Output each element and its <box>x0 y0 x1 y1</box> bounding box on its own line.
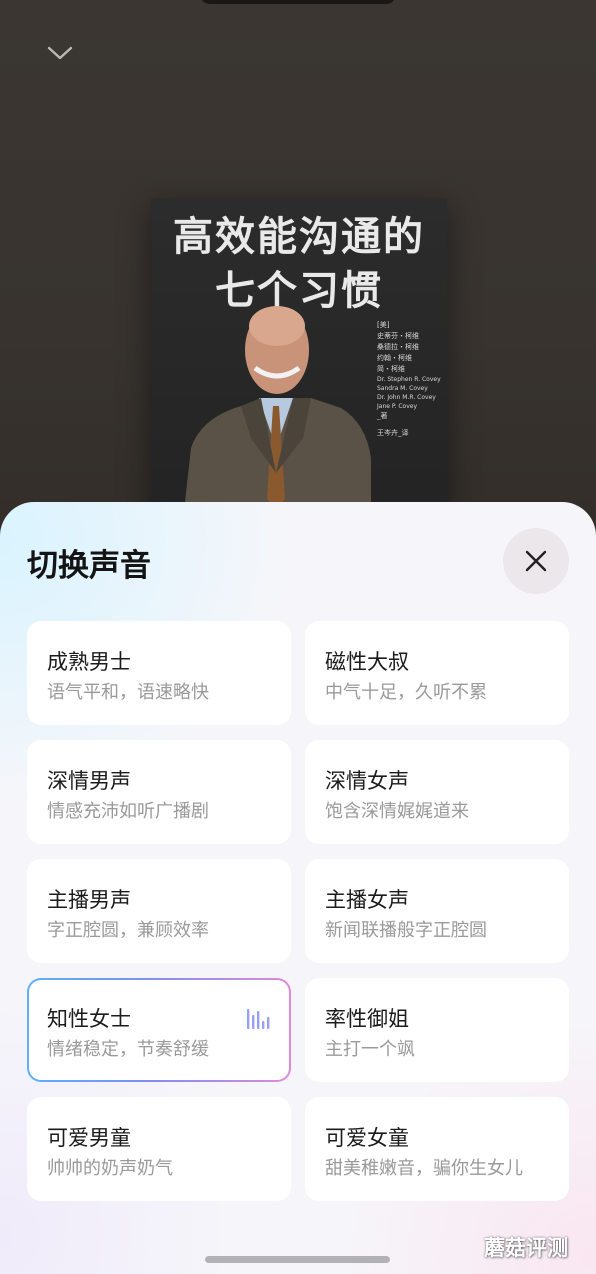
voice-desc: 字正腔圆，兼顾效率 <box>47 920 209 941</box>
voice-card[interactable]: 可爱男童 帅帅的奶声奶气 <box>27 1097 291 1201</box>
voice-desc: 中气十足，久听不累 <box>325 682 487 703</box>
voice-desc: 帅帅的奶声奶气 <box>47 1158 173 1179</box>
watermark: 蘑菇评测 <box>484 1236 568 1260</box>
voice-desc: 饱含深情娓娓道来 <box>325 801 469 822</box>
voice-card[interactable]: 深情男声 情感充沛如听广播剧 <box>27 740 291 844</box>
sheet-title: 切换声音 <box>27 548 151 584</box>
voice-switch-sheet: 切换声音 成熟男士 语气平和，语速略快 磁性大叔 中气十足，久听不累 深情男声 … <box>0 502 596 1274</box>
voice-card[interactable]: 可爱女童 甜美稚嫩音，骗你生女儿 <box>305 1097 569 1201</box>
voice-card[interactable]: 深情女声 饱含深情娓娓道来 <box>305 740 569 844</box>
voice-card[interactable]: 主播男声 字正腔圆，兼顾效率 <box>27 859 291 963</box>
voice-name: 知性女士 <box>47 1007 131 1031</box>
chevron-down-icon[interactable] <box>45 42 75 64</box>
voice-desc: 主打一个飒 <box>325 1039 415 1060</box>
voice-name: 成熟男士 <box>47 650 131 674</box>
close-button[interactable] <box>503 528 569 594</box>
voice-name: 深情女声 <box>325 769 409 793</box>
author-photo <box>182 306 371 528</box>
top-handle <box>200 0 396 4</box>
voice-card[interactable]: 率性御姐 主打一个飒 <box>305 978 569 1082</box>
voice-card[interactable]: 主播女声 新闻联播般字正腔圆 <box>305 859 569 963</box>
book-credits: [美] 史蒂芬・柯维 桑德拉・柯维 约翰・柯维 简・柯维 Dr. Stephen… <box>377 321 441 437</box>
voice-name: 率性御姐 <box>325 1007 409 1031</box>
voice-name: 主播女声 <box>325 888 409 912</box>
voice-name: 可爱女童 <box>325 1126 409 1150</box>
voice-desc: 情感充沛如听广播剧 <box>47 801 209 822</box>
voice-name: 可爱男童 <box>47 1126 131 1150</box>
close-icon <box>525 550 547 572</box>
voice-card[interactable]: 磁性大叔 中气十足，久听不累 <box>305 621 569 725</box>
voice-desc: 情绪稳定，节奏舒缓 <box>47 1039 209 1060</box>
voice-name: 主播男声 <box>47 888 131 912</box>
voice-card[interactable]: 成熟男士 语气平和，语速略快 <box>27 621 291 725</box>
book-cover: 高效能沟通的 七个习惯 [美] 史蒂芬・柯维 桑德拉・柯维 约翰・柯维 简・柯维… <box>151 198 447 528</box>
audio-wave-icon <box>247 1009 270 1029</box>
voice-name: 磁性大叔 <box>325 650 409 674</box>
voice-desc: 语气平和，语速略快 <box>47 682 209 703</box>
book-title-line1: 高效能沟通的 <box>173 214 425 260</box>
voice-desc: 甜美稚嫩音，骗你生女儿 <box>325 1158 523 1179</box>
home-indicator[interactable] <box>205 1256 390 1263</box>
voice-name: 深情男声 <box>47 769 131 793</box>
voice-desc: 新闻联播般字正腔圆 <box>325 920 487 941</box>
voice-card-selected[interactable]: 知性女士 情绪稳定，节奏舒缓 <box>27 978 291 1082</box>
